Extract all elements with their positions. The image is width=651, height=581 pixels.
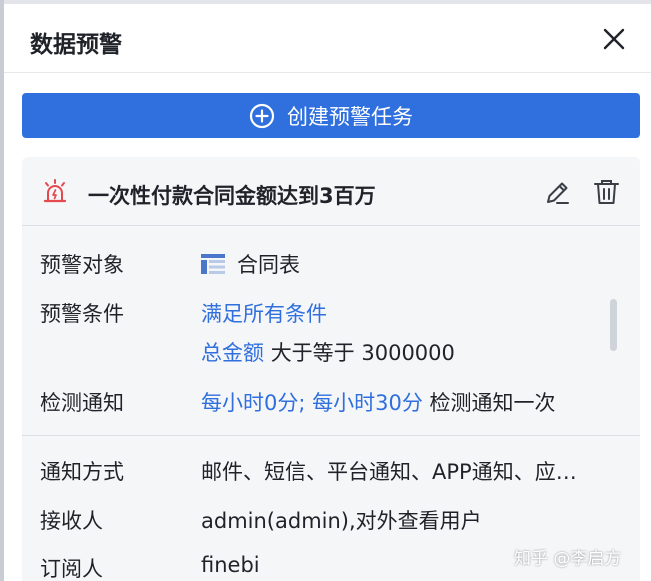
alert-task-header: 一次性付款合同金额达到3百万: [22, 157, 640, 226]
condition-operator-value: 大于等于 3000000: [270, 341, 455, 365]
delete-icon[interactable]: [593, 178, 620, 206]
edit-icon[interactable]: [544, 179, 571, 206]
check-notify-label: 检测通知: [40, 391, 124, 415]
notify-method-value: 邮件、短信、平台通知、APP通知、应…: [201, 460, 577, 484]
condition-detail: 总金额 大于等于 3000000: [201, 337, 455, 367]
alert-task-name: 一次性付款合同金额达到3百万: [88, 184, 376, 208]
plus-circle-icon: [249, 103, 275, 128]
create-alert-task-button[interactable]: 创建预警任务: [22, 93, 640, 138]
check-schedule-link[interactable]: 每小时0分; 每小时30分: [201, 391, 423, 415]
table-icon: [201, 254, 225, 274]
data-alert-panel: 数据预警 创建预警任务 一次性付款合同金额达到3百万 预警对象 合同表 预警条件…: [4, 4, 651, 581]
card-scrollbar[interactable]: [610, 299, 617, 351]
panel-title: 数据预警: [30, 32, 122, 58]
alert-task-card: 一次性付款合同金额达到3百万 预警对象 合同表 预警条件 满足所有条件 总金额 …: [22, 157, 640, 581]
alert-condition-label: 预警条件: [40, 302, 124, 326]
section-divider: [22, 435, 640, 436]
alarm-icon: [43, 179, 67, 203]
condition-field-link[interactable]: 总金额: [201, 341, 264, 365]
create-alert-task-label: 创建预警任务: [287, 104, 413, 129]
check-schedule-suffix: 检测通知一次: [429, 391, 556, 415]
screen: 数据预警 创建预警任务 一次性付款合同金额达到3百万 预警对象 合同表 预警条件…: [0, 0, 651, 581]
receivers-value: admin(admin),对外查看用户: [201, 509, 482, 533]
condition-rule-link[interactable]: 满足所有条件: [201, 298, 327, 328]
target-table-name: 合同表: [237, 253, 300, 277]
notify-method-label: 通知方式: [40, 460, 124, 484]
subscribers-value: finebi: [201, 553, 260, 577]
alert-target-value: 合同表: [201, 249, 300, 279]
receivers-label: 接收人: [40, 509, 103, 533]
panel-header: 数据预警: [4, 4, 651, 73]
close-icon[interactable]: [601, 26, 627, 52]
alert-target-label: 预警对象: [40, 253, 124, 277]
watermark: 知乎 @李启方: [514, 549, 622, 569]
subscribers-label: 订阅人: [40, 557, 103, 581]
check-notify-value: 每小时0分; 每小时30分 检测通知一次: [201, 387, 556, 417]
